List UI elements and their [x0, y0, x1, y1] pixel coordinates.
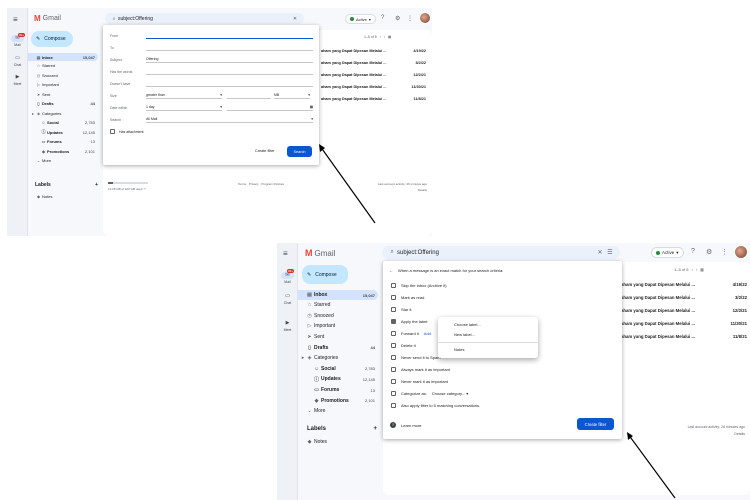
- arrow-to-create-filter-button: [627, 432, 676, 499]
- annotation-arrows-2: [627, 432, 676, 499]
